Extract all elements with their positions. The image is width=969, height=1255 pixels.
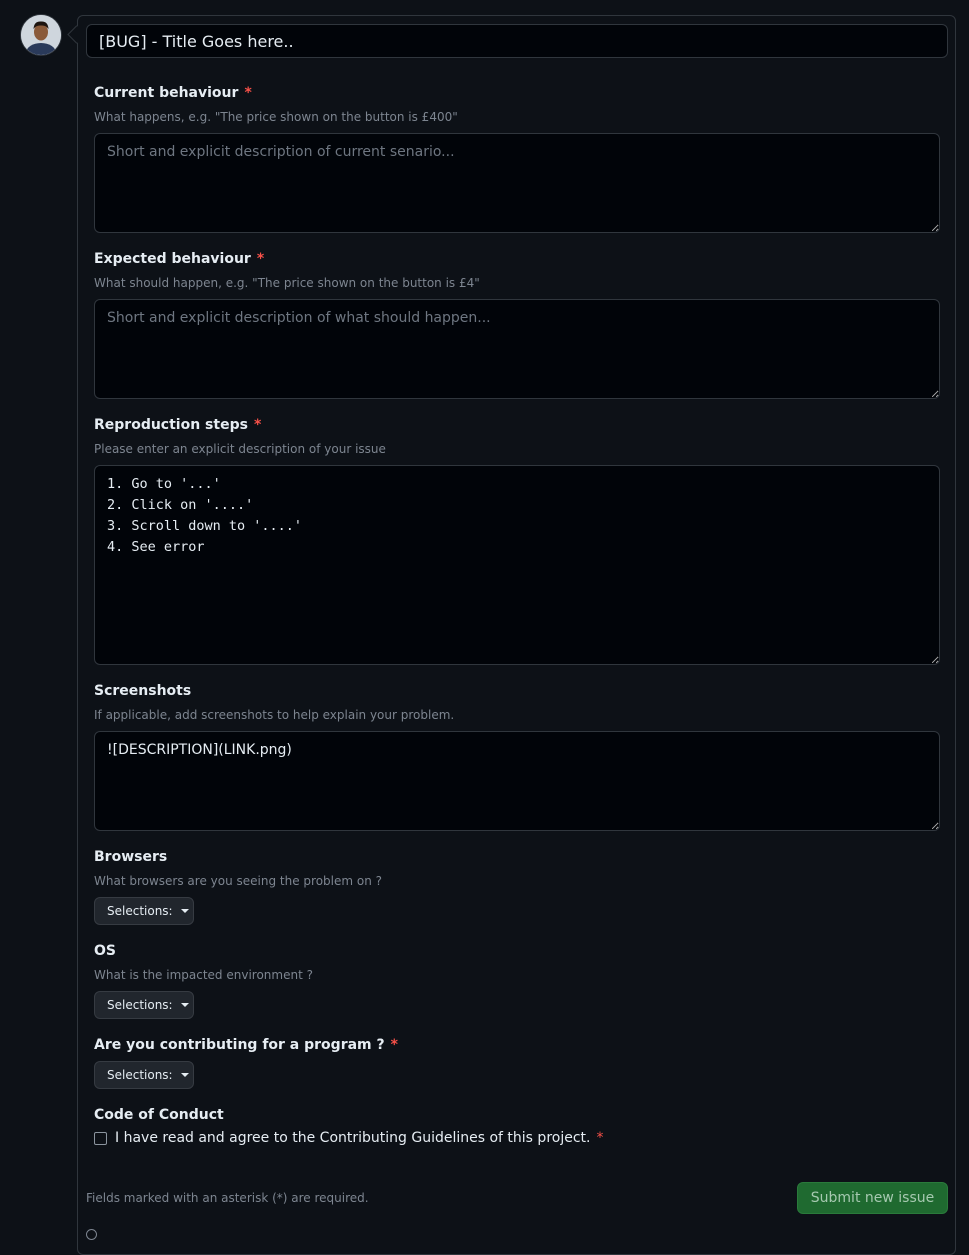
os-description: What is the impacted environment ?	[94, 968, 313, 982]
reproduction-steps-description: Please enter an explicit description of …	[94, 442, 386, 456]
reproduction-steps-textarea[interactable]	[94, 465, 940, 665]
required-asterisk: *	[390, 1037, 398, 1053]
avatar[interactable]	[21, 15, 61, 55]
current-behaviour-textarea[interactable]	[94, 133, 940, 233]
caret-down-icon	[180, 1003, 189, 1007]
browsers-select-label: Selections:	[107, 904, 173, 918]
required-asterisk: *	[596, 1130, 604, 1146]
reproduction-steps-label: Reproduction steps *	[94, 416, 261, 434]
program-select-button[interactable]: Selections:	[94, 1061, 194, 1089]
required-fields-note: Fields marked with an asterisk (*) are r…	[86, 1191, 369, 1205]
browsers-label: Browsers	[94, 849, 168, 865]
os-select-button[interactable]: Selections:	[94, 991, 194, 1019]
caret-down-icon	[180, 909, 189, 913]
program-label: Are you contributing for a program ? *	[94, 1036, 398, 1054]
screenshots-description: If applicable, add screenshots to help e…	[94, 708, 455, 722]
agree-checkbox[interactable]	[94, 1131, 107, 1145]
code-of-conduct-label: Code of Conduct	[94, 1107, 224, 1123]
expected-behaviour-label-text: Expected behaviour	[94, 251, 251, 267]
expected-behaviour-label: Expected behaviour *	[94, 250, 264, 268]
agree-checkbox-label[interactable]: I have read and agree to the Contributin…	[115, 1130, 603, 1146]
code-of-conduct-row: I have read and agree to the Contributin…	[94, 1130, 603, 1146]
current-behaviour-label: Current behaviour *	[94, 84, 252, 102]
program-select-label: Selections:	[107, 1068, 173, 1082]
required-asterisk: *	[253, 417, 262, 433]
required-asterisk: *	[244, 85, 252, 101]
expected-behaviour-textarea[interactable]	[94, 299, 940, 399]
browsers-select-button[interactable]: Selections:	[94, 897, 194, 925]
issue-title-input[interactable]	[86, 24, 948, 58]
caret-down-icon	[180, 1073, 189, 1077]
os-label: OS	[94, 943, 116, 959]
program-label-text: Are you contributing for a program ?	[94, 1037, 385, 1053]
browsers-description: What browsers are you seeing the problem…	[94, 874, 382, 888]
avatar-image	[21, 15, 61, 55]
agree-checkbox-text: I have read and agree to the Contributin…	[115, 1130, 591, 1146]
expected-behaviour-description: What should happen, e.g. "The price show…	[94, 276, 480, 290]
screenshots-textarea[interactable]	[94, 731, 940, 831]
required-asterisk: *	[256, 251, 265, 267]
current-behaviour-description: What happens, e.g. "The price shown on t…	[94, 110, 458, 124]
current-behaviour-label-text: Current behaviour	[94, 85, 239, 101]
reproduction-steps-label-text: Reproduction steps	[94, 417, 248, 433]
bottom-info-row	[86, 1229, 97, 1240]
screenshots-label: Screenshots	[94, 683, 192, 699]
info-icon	[86, 1229, 97, 1240]
submit-new-issue-button[interactable]: Submit new issue	[797, 1182, 948, 1214]
os-select-label: Selections:	[107, 998, 173, 1012]
